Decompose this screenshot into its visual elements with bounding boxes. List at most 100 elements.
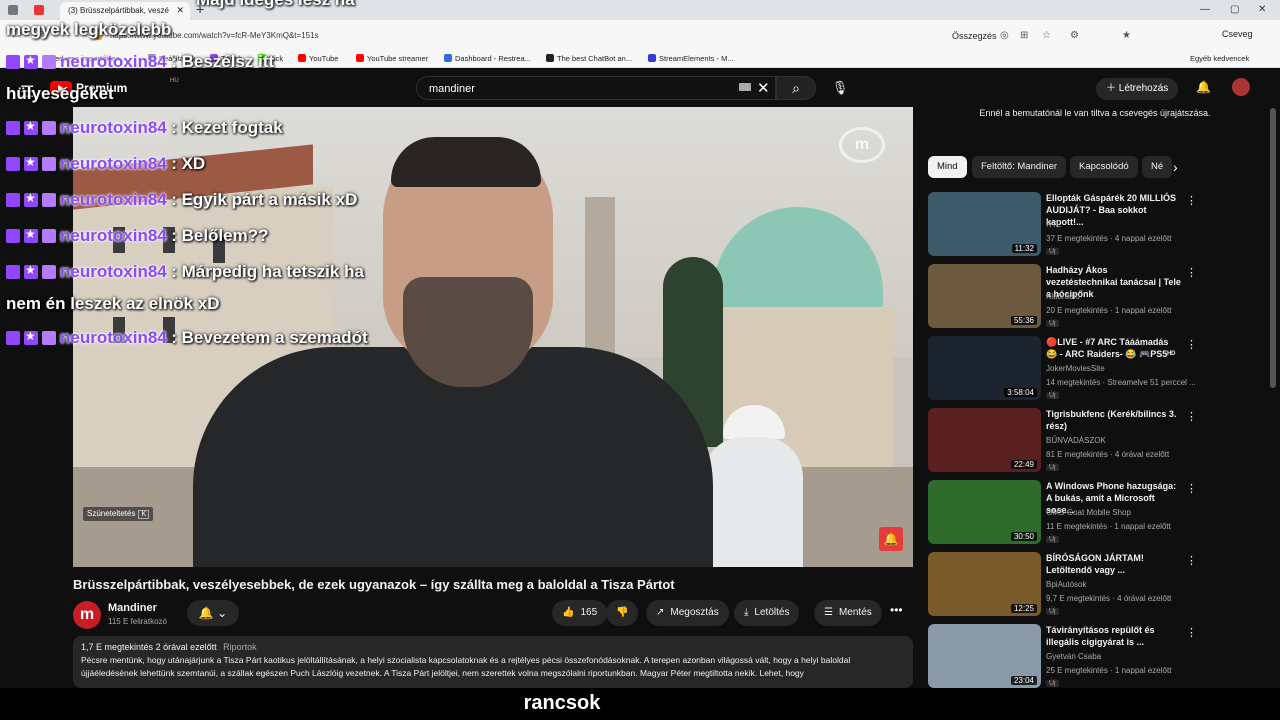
apps-icon[interactable]: ⊞ (1020, 30, 1028, 41)
new-badge: Új (1046, 392, 1059, 399)
more-options-icon[interactable]: ⋮ (1186, 554, 1197, 567)
subscribe-bell-icon[interactable]: 🔔 (879, 527, 903, 551)
stream-chat-overlay: Majd ideges lesz ha megyek legközelebb neu… (0, 0, 520, 360)
recommendation-title[interactable]: Tigrisbukfenc (Kerék/bilincs 3. rész) (1046, 408, 1181, 432)
recommendation-title[interactable]: BÍRÓSÁGON JÁRTAM! Letöltendő vagy ... (1046, 552, 1181, 576)
recommendation-channel[interactable]: RTL (1046, 220, 1061, 229)
recommendation-title[interactable]: 🔴LIVE - #7 ARC Tááámadás 😂 - ARC Raiders… (1046, 336, 1181, 360)
dislike-button[interactable]: 👎 (606, 600, 639, 626)
more-options-icon[interactable]: ⋮ (1186, 482, 1197, 495)
video-thumbnail[interactable]: 30:50 (928, 480, 1041, 544)
video-thumbnail[interactable]: 12:25 (928, 552, 1041, 616)
video-thumbnail[interactable]: 55:36 (928, 264, 1041, 328)
recommendation-card[interactable]: 3:58:04 🔴LIVE - #7 ARC Tááámadás 😂 - ARC … (928, 336, 1270, 402)
favorite-star-icon[interactable]: ☆ (1042, 30, 1051, 41)
share-button[interactable]: ↗ Megosztás (646, 600, 729, 626)
chevron-right-icon[interactable]: › (1173, 159, 1178, 175)
video-duration: 3:58:04 (1004, 388, 1037, 397)
chat-text: : Kezet fogtak (171, 118, 283, 137)
keyboard-icon[interactable] (739, 83, 751, 91)
scrollbar[interactable] (1270, 108, 1276, 388)
more-options-icon[interactable]: ⋮ (1186, 338, 1197, 351)
stream-bottom-bar: rancsok (0, 688, 1280, 720)
other-bookmarks[interactable]: Egyéb kedvencek (1190, 54, 1249, 63)
more-options-icon[interactable]: ⋮ (1186, 410, 1197, 423)
account-avatar[interactable] (1232, 78, 1250, 96)
video-thumbnail[interactable]: 22:49 (928, 408, 1041, 472)
gift-badge-icon (42, 228, 56, 243)
recommendation-channel[interactable]: JokerMoviesSite (1046, 364, 1105, 373)
twitch-badge-icon (6, 120, 20, 135)
chat-text: : Egyik párt a másik xD (171, 190, 358, 209)
recommendation-card[interactable]: 23:04 Távirányításos repülőt és illegális… (928, 624, 1270, 690)
chat-message: neurotoxin84 : Bevezetem a szemadót (6, 328, 368, 348)
channel-name[interactable]: Mandiner (108, 602, 157, 614)
chip-uploader[interactable]: Feltöltő: Mandiner (972, 156, 1067, 178)
extensions-icon[interactable]: ⚙ (1070, 30, 1079, 41)
channel-watermark[interactable]: m (839, 127, 885, 163)
recommendation-title[interactable]: Ellopták Gáspárék 20 MILLIÓS AUDIJÁT? - … (1046, 192, 1181, 228)
subscriber-badge-icon (24, 53, 38, 69)
new-badge: Új (1046, 680, 1059, 687)
create-button[interactable]: ＋ Létrehozás (1096, 78, 1179, 100)
gift-badge-icon (42, 264, 56, 279)
chat-message: neurotoxin84 : Belőlem?? (6, 226, 269, 246)
maximize-icon[interactable]: ▢ (1230, 4, 1239, 15)
recommendation-channel[interactable]: Gyetván Csaba (1046, 652, 1101, 661)
video-thumbnail[interactable]: 11:32 (928, 192, 1041, 256)
recommendation-card[interactable]: 55:36 Hadházy Ákos vezetéstechnikai tanác… (928, 264, 1270, 330)
chip-related[interactable]: Kapcsolódó (1070, 156, 1138, 178)
read-aloud-icon[interactable]: ◎ (1000, 30, 1009, 41)
stream-subtitle: rancsok (523, 692, 601, 714)
chip-partial[interactable]: Né (1142, 156, 1173, 178)
recommendation-card[interactable]: 22:49 Tigrisbukfenc (Kerék/bilincs 3. rés… (928, 408, 1270, 474)
download-icon: ⤓ (744, 607, 749, 618)
chip-all[interactable]: Mind (928, 156, 967, 178)
recommendation-channel[interactable]: GMS-Goat Mobile Shop (1046, 508, 1131, 517)
chat-text: : Bevezetem a szemadót (171, 328, 368, 347)
description-tag[interactable]: Riportok (223, 642, 257, 652)
channel-avatar[interactable]: m (73, 601, 101, 629)
chat-username: neurotoxin84 (60, 52, 167, 71)
copilot-button[interactable]: Cseveg (1222, 29, 1253, 39)
chat-username: neurotoxin84 (60, 262, 167, 281)
like-button[interactable]: 👍 165 (552, 600, 608, 626)
recommendation-meta: 9,7 E megtekintés · 4 órával ezelőtt (1046, 594, 1172, 603)
subscription-bell-button[interactable]: 🔔 ⌄ (187, 600, 239, 626)
description-box[interactable]: 1,7 E megtekintés 2 órával ezelőtt Ripor… (73, 636, 913, 688)
share-label: Megosztás (670, 607, 719, 618)
video-title: Brüsszelpártibbak, veszélyesebbek, de ez… (73, 577, 675, 592)
recommendation-card[interactable]: 11:32 Ellopták Gáspárék 20 MILLIÓS AUDIJÁ… (928, 192, 1270, 258)
recommendation-card[interactable]: 12:25 BÍRÓSÁGON JÁRTAM! Letöltendő vagy .… (928, 552, 1270, 618)
new-badge: Új (1046, 320, 1059, 327)
chat-username: neurotoxin84 (60, 226, 167, 245)
minimize-icon[interactable]: — (1200, 4, 1210, 15)
more-options-icon[interactable]: ⋮ (1186, 194, 1197, 207)
more-options-icon[interactable]: ⋮ (1186, 626, 1197, 639)
favorites-icon[interactable]: ★ (1122, 30, 1131, 41)
more-actions-icon[interactable]: ••• (890, 603, 903, 617)
save-button[interactable]: ☰ Mentés (814, 600, 882, 626)
recommendation-card[interactable]: 30:50 A Windows Phone hazugsága: A bukás,… (928, 480, 1270, 546)
pause-tooltip: Szüneteltetés K (83, 507, 154, 521)
search-button[interactable]: ⌕ (776, 76, 816, 100)
download-button[interactable]: ⤓ Letöltés (734, 600, 800, 626)
more-options-icon[interactable]: ⋮ (1186, 266, 1197, 279)
summary-label[interactable]: Összegzés (952, 31, 997, 41)
voice-search-icon[interactable]: 🎙 (826, 76, 854, 100)
close-window-icon[interactable]: ✕ (1258, 4, 1266, 15)
recommendation-title[interactable]: Távirányításos repülőt és illegális cigi… (1046, 624, 1181, 648)
recommendation-channel[interactable]: Klubrádió (1046, 292, 1080, 301)
recommendation-channel[interactable]: BpiAutósok (1046, 580, 1086, 589)
bookmark-item[interactable]: The best ChatBot an... (546, 54, 632, 63)
recommendation-channel[interactable]: BŰNVADÁSZOK (1046, 436, 1106, 445)
new-badge: Új (1046, 536, 1059, 543)
notifications-icon[interactable]: 🔔 (1196, 80, 1211, 94)
video-thumbnail[interactable]: 23:04 (928, 624, 1041, 688)
clear-search-icon[interactable]: ✕ (757, 79, 770, 97)
video-duration: 22:49 (1010, 460, 1037, 469)
video-thumbnail[interactable]: 3:58:04 (928, 336, 1041, 400)
bell-icon: 🔔 (198, 606, 214, 620)
chat-username: neurotoxin84 (60, 118, 167, 137)
bookmark-item[interactable]: StreamElements - M... (648, 54, 734, 63)
